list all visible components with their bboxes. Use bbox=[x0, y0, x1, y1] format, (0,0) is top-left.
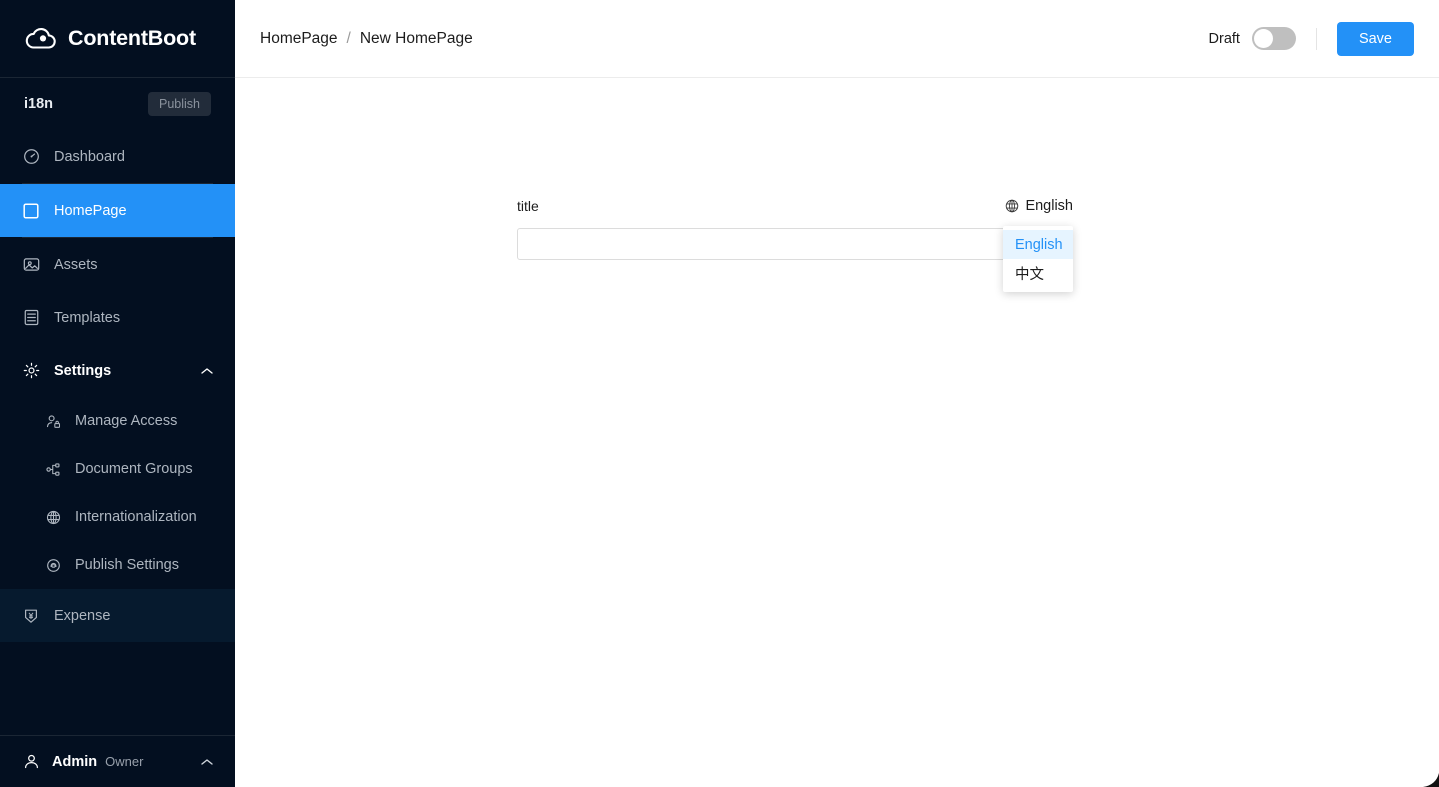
language-dropdown-menu: English 中文 bbox=[1003, 226, 1073, 292]
title-field-header: title English bbox=[517, 198, 1073, 214]
content-area: title English English 中文 bbox=[235, 78, 1439, 787]
project-name: i18n bbox=[24, 96, 54, 112]
language-selector[interactable]: English bbox=[1005, 198, 1073, 214]
header-actions: Draft Save bbox=[1208, 21, 1414, 56]
sidebar-item-internationalization[interactable]: Internationalization bbox=[0, 493, 235, 541]
window-resize-corner[interactable] bbox=[1423, 773, 1439, 787]
header-divider bbox=[1315, 27, 1317, 50]
sitemap-icon bbox=[45, 461, 61, 477]
sidebar-item-label: HomePage bbox=[54, 202, 127, 219]
sidebar-subitem-label: Publish Settings bbox=[75, 557, 179, 573]
sidebar-subitem-label: Document Groups bbox=[75, 461, 193, 477]
sidebar: ContentBoot i18n Publish Dashboard HomeP… bbox=[0, 0, 235, 787]
sidebar-item-document-groups[interactable]: Document Groups bbox=[0, 445, 235, 493]
yen-shield-icon bbox=[22, 607, 40, 625]
breadcrumb: HomePage / New HomePage bbox=[260, 30, 473, 48]
globe-icon bbox=[1005, 199, 1019, 213]
app-root: ContentBoot i18n Publish Dashboard HomeP… bbox=[0, 0, 1439, 787]
title-field-label: title bbox=[517, 198, 539, 214]
gauge-icon bbox=[22, 148, 40, 166]
sidebar-item-label: Expense bbox=[54, 607, 111, 624]
sidebar-item-templates[interactable]: Templates bbox=[0, 291, 235, 344]
sidebar-item-label: Templates bbox=[54, 309, 121, 326]
language-option-english[interactable]: English bbox=[1003, 230, 1073, 259]
top-header: HomePage / New HomePage Draft Save bbox=[235, 0, 1439, 78]
draft-toggle[interactable] bbox=[1251, 27, 1296, 50]
user-profile-row[interactable]: Admin Owner bbox=[0, 735, 235, 787]
chevron-up-icon[interactable] bbox=[201, 758, 213, 766]
sidebar-item-assets[interactable]: Assets bbox=[0, 238, 235, 291]
sidebar-item-publish-settings[interactable]: Publish Settings bbox=[0, 541, 235, 589]
sidebar-item-label: Dashboard bbox=[54, 148, 125, 165]
user-role: Owner bbox=[105, 754, 144, 769]
square-icon bbox=[22, 202, 40, 220]
expense-section: Expense bbox=[0, 589, 235, 642]
breadcrumb-separator: / bbox=[346, 29, 351, 47]
sidebar-nav: Dashboard HomePage Assets Templates Sett… bbox=[0, 130, 235, 735]
gear-icon bbox=[22, 362, 40, 380]
title-input[interactable] bbox=[517, 228, 1073, 260]
sidebar-item-label: Assets bbox=[54, 256, 98, 273]
person-icon bbox=[22, 753, 40, 771]
sidebar-item-expense[interactable]: Expense bbox=[0, 589, 235, 642]
cloud-lock-icon bbox=[45, 557, 61, 573]
cloud-icon bbox=[24, 25, 58, 53]
image-icon bbox=[22, 256, 40, 274]
language-selector-value: English bbox=[1025, 198, 1073, 214]
sidebar-item-manage-access[interactable]: Manage Access bbox=[0, 397, 235, 445]
draft-label: Draft bbox=[1208, 30, 1240, 47]
breadcrumb-current: New HomePage bbox=[359, 29, 473, 47]
sidebar-item-dashboard[interactable]: Dashboard bbox=[0, 130, 235, 183]
save-button[interactable]: Save bbox=[1336, 21, 1414, 56]
publish-button[interactable]: Publish bbox=[148, 92, 211, 116]
user-lock-icon bbox=[45, 413, 61, 429]
template-icon bbox=[22, 309, 40, 327]
brand-name: ContentBoot bbox=[68, 26, 196, 50]
sidebar-item-label: Settings bbox=[54, 362, 112, 379]
sidebar-subitem-label: Internationalization bbox=[75, 509, 197, 525]
project-row: i18n Publish bbox=[0, 78, 235, 130]
breadcrumb-parent[interactable]: HomePage bbox=[260, 30, 338, 48]
globe-icon bbox=[45, 509, 61, 525]
toggle-knob bbox=[1253, 29, 1273, 48]
brand-header[interactable]: ContentBoot bbox=[0, 0, 235, 78]
user-name: Admin bbox=[52, 753, 98, 770]
sidebar-item-homepage[interactable]: HomePage bbox=[0, 184, 235, 237]
sidebar-subitem-label: Manage Access bbox=[75, 413, 178, 429]
language-option-chinese[interactable]: 中文 bbox=[1003, 259, 1073, 288]
chevron-up-icon[interactable] bbox=[201, 367, 213, 375]
main-area: HomePage / New HomePage Draft Save title bbox=[235, 0, 1439, 787]
sidebar-item-settings[interactable]: Settings bbox=[0, 344, 235, 397]
